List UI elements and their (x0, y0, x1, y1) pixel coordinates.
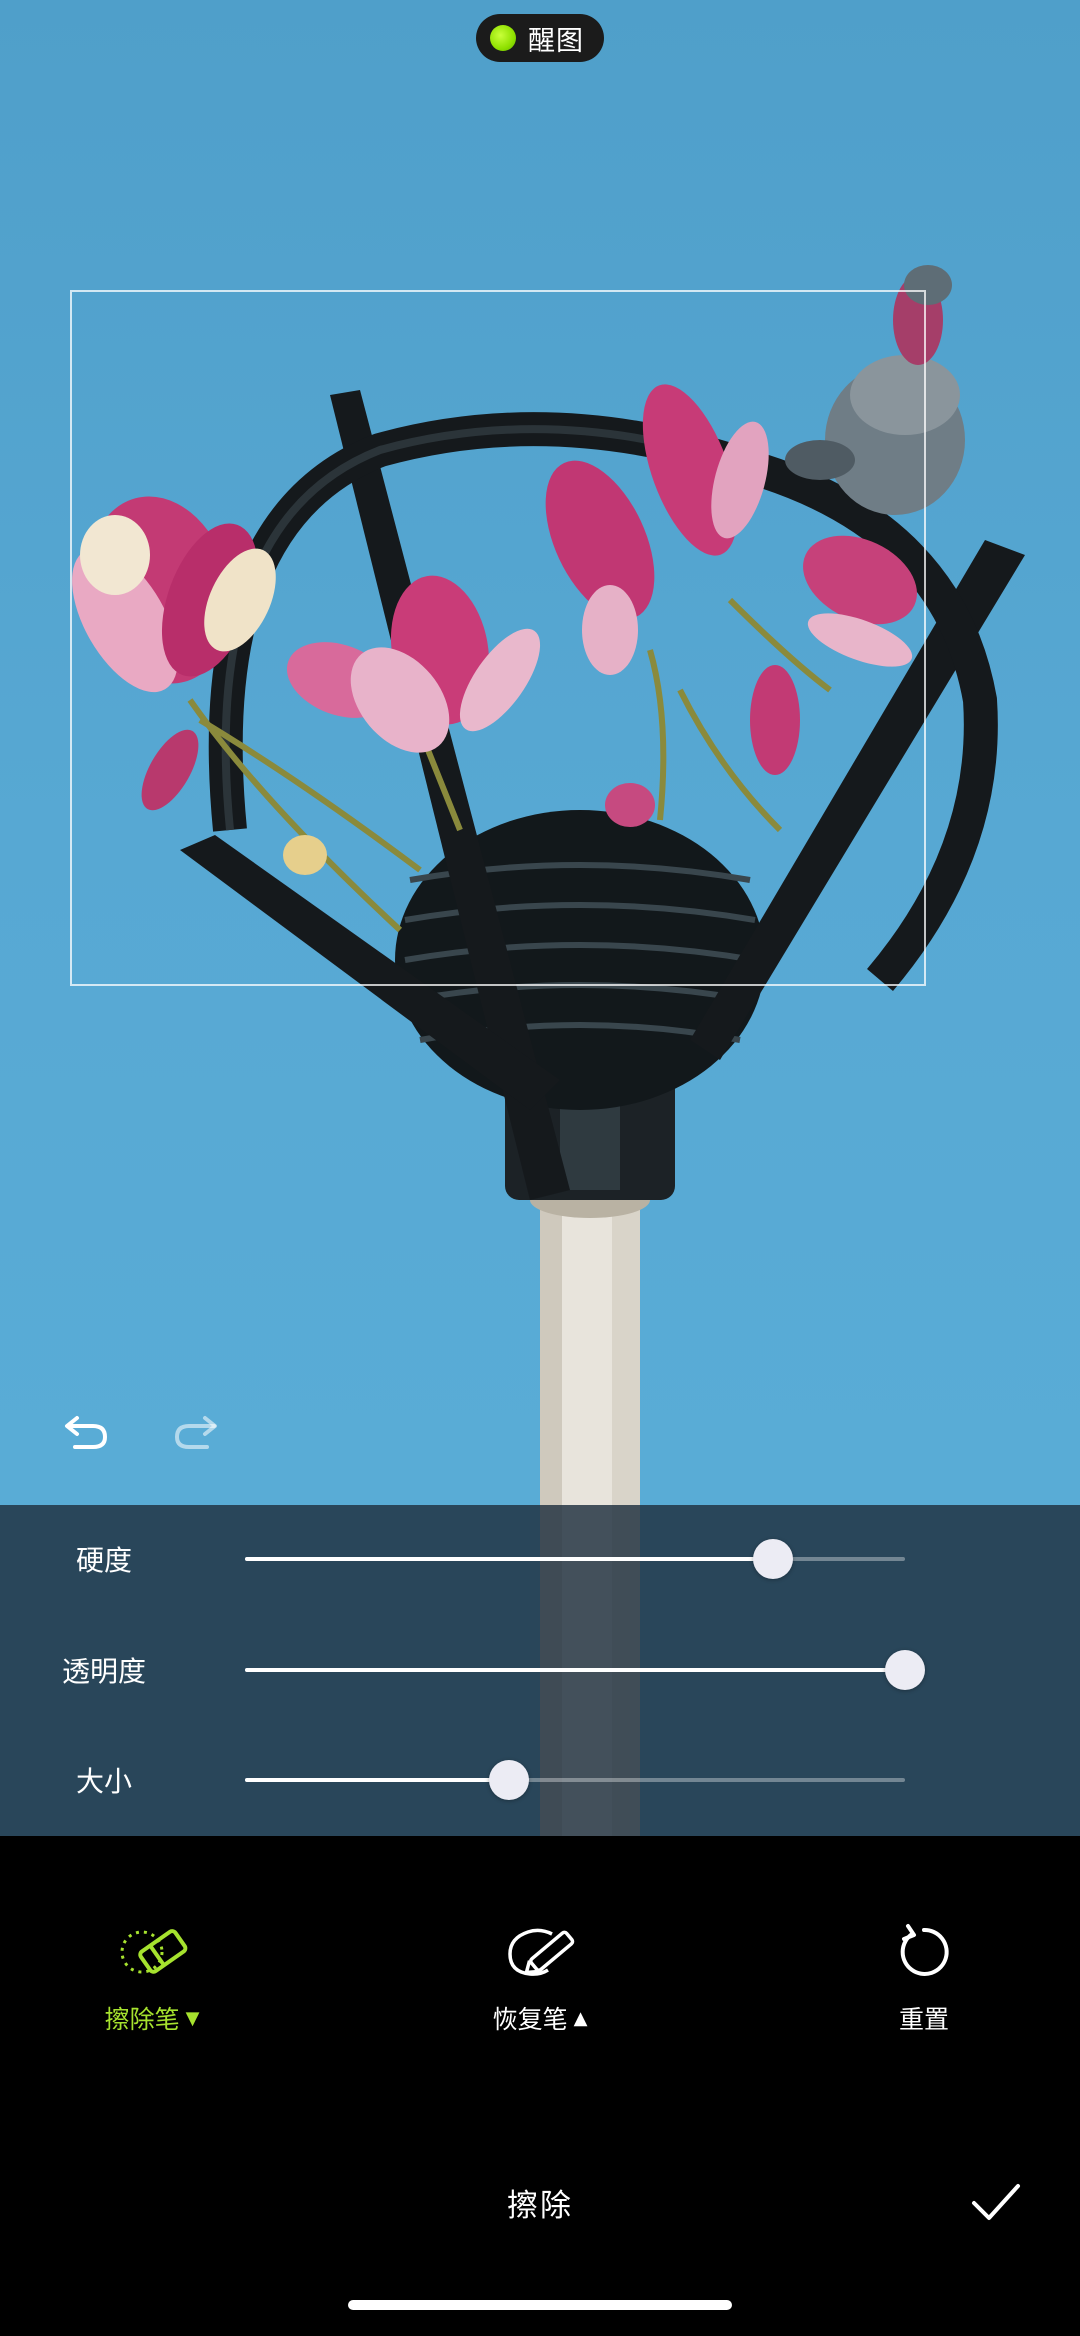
photo-canvas[interactable]: 醒图 硬度 透明度 大小 (0, 0, 1080, 1836)
dropdown-caret-icon: ▼ (185, 2007, 200, 2029)
reset-icon (900, 1924, 949, 1976)
confirm-button[interactable] (966, 2172, 1026, 2232)
reset-label: 重置 (898, 2005, 949, 2034)
selection-frame[interactable] (70, 290, 926, 986)
size-slider-row: 大小 (0, 1750, 1080, 1810)
size-slider-thumb[interactable] (489, 1760, 529, 1800)
opacity-slider[interactable] (245, 1650, 925, 1690)
green-dot-icon (490, 25, 516, 51)
hardness-slider[interactable] (245, 1539, 905, 1579)
opacity-slider-thumb[interactable] (885, 1650, 925, 1690)
hardness-slider-thumb[interactable] (753, 1539, 793, 1579)
restore-brush-icon (508, 1928, 575, 1976)
app-badge[interactable]: 醒图 (476, 14, 604, 62)
size-label: 大小 (75, 1765, 132, 1798)
redo-icon (174, 1416, 217, 1449)
mode-title: 擦除 (507, 2188, 573, 2224)
redo-button[interactable] (166, 1400, 226, 1460)
hardness-slider-row: 硬度 (0, 1529, 1080, 1589)
opacity-slider-row: 透明度 (0, 1640, 1080, 1700)
bottom-bar: 擦除 (0, 2150, 1080, 2250)
home-indicator[interactable] (348, 2300, 732, 2310)
eraser-icon (120, 1929, 188, 1974)
app-badge-label: 醒图 (528, 25, 584, 57)
hardness-slider-fill (245, 1557, 773, 1561)
undo-icon (65, 1416, 108, 1449)
opacity-label: 透明度 (61, 1655, 146, 1688)
brush-settings-panel: 硬度 透明度 大小 (0, 1505, 1080, 1836)
erase-brush-label: 擦除笔 (104, 2005, 180, 2034)
hardness-label: 硬度 (75, 1544, 132, 1577)
reset-tool[interactable]: 重置 (814, 1920, 1034, 2036)
brush-tools-bar: 擦除笔 ▼ 恢复笔 ▲ 重置 (0, 1836, 1080, 2066)
undo-button[interactable] (56, 1400, 116, 1460)
checkmark-icon (972, 2184, 1020, 2220)
restore-brush-tool[interactable]: 恢复笔 ▲ (430, 1920, 650, 2036)
caret-up-icon: ▲ (573, 2007, 588, 2029)
erase-brush-tool[interactable]: 擦除笔 ▼ (42, 1920, 262, 2036)
restore-brush-label: 恢复笔 (492, 2005, 568, 2034)
size-slider-fill (245, 1778, 509, 1782)
size-slider[interactable] (245, 1760, 905, 1800)
opacity-slider-fill (245, 1668, 905, 1672)
screen: 醒图 硬度 透明度 大小 擦除笔 ▼ 恢复笔 ▲ 重置 擦除 (0, 0, 1080, 2336)
